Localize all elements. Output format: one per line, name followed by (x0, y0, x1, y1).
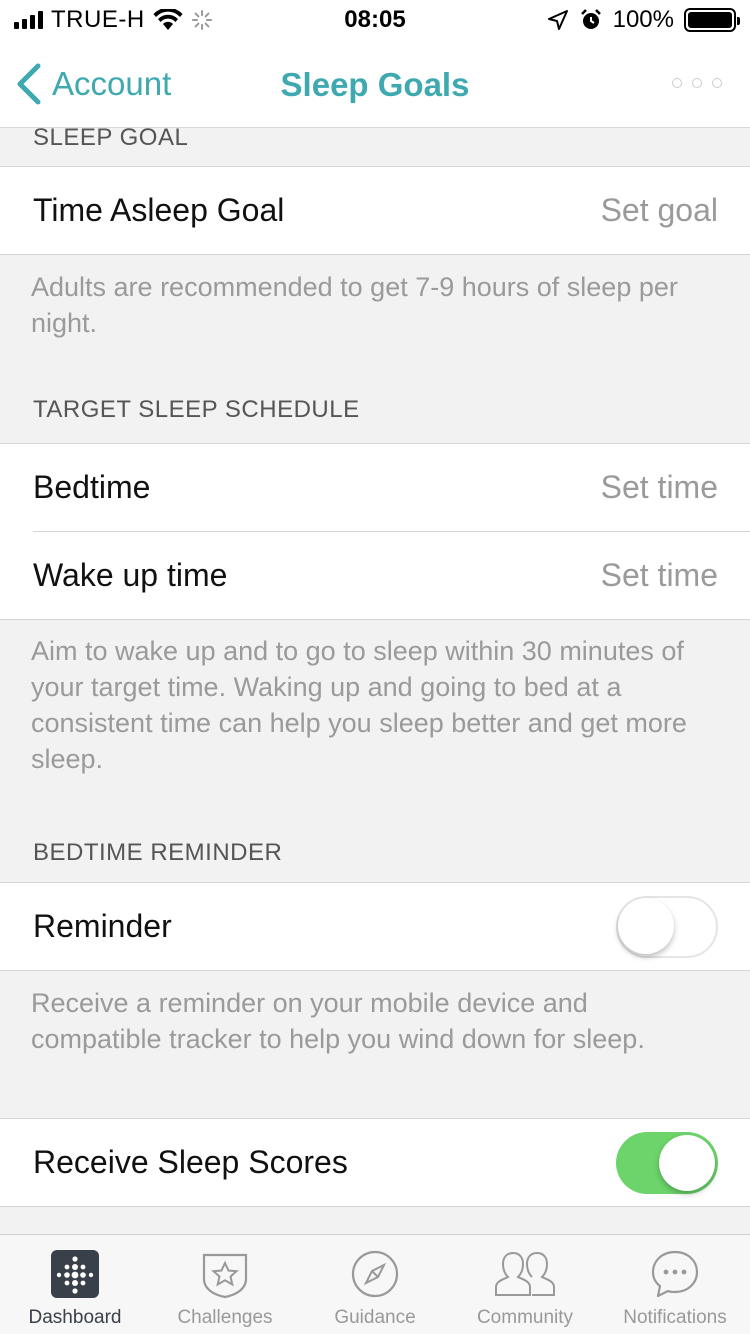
sleep-goal-footnote: Adults are recommended to get 7-9 hours … (31, 272, 678, 338)
wifi-icon (153, 9, 183, 30)
toggle-knob (659, 1134, 715, 1191)
tab-challenges[interactable]: Challenges (150, 1235, 300, 1334)
sleep-scores-toggle[interactable] (616, 1131, 718, 1194)
chat-bubble-icon (651, 1250, 699, 1298)
status-bar: TRUE-H 08:05 100% (0, 0, 750, 40)
more-options-icon[interactable] (672, 78, 722, 88)
section-header-sleep-goal: SLEEP GOAL (33, 124, 189, 151)
tab-label: Notifications (623, 1307, 727, 1328)
signal-icon (14, 11, 43, 29)
back-button[interactable]: Account (14, 62, 171, 106)
tab-guidance[interactable]: Guidance (300, 1235, 450, 1334)
location-arrow-icon (547, 10, 568, 30)
bedtime-row[interactable]: Bedtime Set time (0, 444, 750, 531)
back-label: Account (52, 65, 172, 102)
reminder-row: Reminder (0, 883, 750, 970)
dashboard-icon (51, 1250, 99, 1298)
section-header-bedtime-reminder: BEDTIME REMINDER (33, 839, 283, 866)
schedule-group: Bedtime Set time Wake up time Set time (0, 443, 750, 620)
tab-community[interactable]: Community (450, 1235, 600, 1334)
wake-up-time-row[interactable]: Wake up time Set time (0, 532, 750, 619)
tab-dashboard[interactable]: Dashboard (0, 1235, 150, 1334)
wake-up-time-value: Set time (600, 557, 718, 593)
sleep-goal-group: Time Asleep Goal Set goal (0, 166, 750, 255)
sleep-scores-row: Receive Sleep Scores (0, 1119, 750, 1206)
time-asleep-goal-label: Time Asleep Goal (33, 192, 285, 228)
people-icon (495, 1251, 555, 1296)
chevron-left-icon (17, 63, 41, 105)
reminder-toggle[interactable] (616, 895, 718, 958)
navigation-bar: Account Sleep Goals (0, 40, 750, 128)
time-asleep-goal-value: Set goal (600, 192, 718, 228)
tab-label: Challenges (177, 1307, 273, 1328)
battery-icon (684, 8, 740, 32)
tab-label: Dashboard (28, 1307, 122, 1328)
sleep-scores-group: Receive Sleep Scores (0, 1118, 750, 1207)
reminder-footnote: Receive a reminder on your mobile device… (31, 988, 645, 1054)
tab-notifications[interactable]: Notifications (600, 1235, 750, 1334)
sleep-scores-label: Receive Sleep Scores (33, 1144, 348, 1180)
loading-spinner-icon (191, 10, 212, 30)
alarm-icon (580, 9, 601, 29)
settings-content: SLEEP GOAL Time Asleep Goal Set goal Adu… (0, 124, 750, 1207)
toggle-knob (618, 897, 674, 954)
battery-percent: 100% (612, 6, 674, 33)
carrier-name: TRUE-H (51, 6, 145, 33)
star-badge-icon (202, 1253, 248, 1299)
time-asleep-goal-row[interactable]: Time Asleep Goal Set goal (0, 167, 750, 254)
schedule-footnote: Aim to wake up and to go to sleep within… (31, 636, 687, 774)
status-left: TRUE-H (14, 6, 294, 34)
tab-bar: Dashboard Challenges Guidance Community … (0, 1234, 750, 1334)
status-right: 100% (456, 6, 740, 34)
bedtime-label: Bedtime (33, 469, 151, 505)
tab-label: Community (476, 1307, 574, 1328)
compass-icon (351, 1250, 399, 1298)
reminder-label: Reminder (33, 908, 172, 944)
bedtime-value: Set time (600, 469, 718, 505)
status-time: 08:05 (344, 6, 406, 33)
section-header-schedule: TARGET SLEEP SCHEDULE (33, 396, 360, 423)
wake-up-time-label: Wake up time (33, 557, 228, 593)
reminder-group: Reminder (0, 882, 750, 971)
tab-label: Guidance (334, 1307, 416, 1328)
